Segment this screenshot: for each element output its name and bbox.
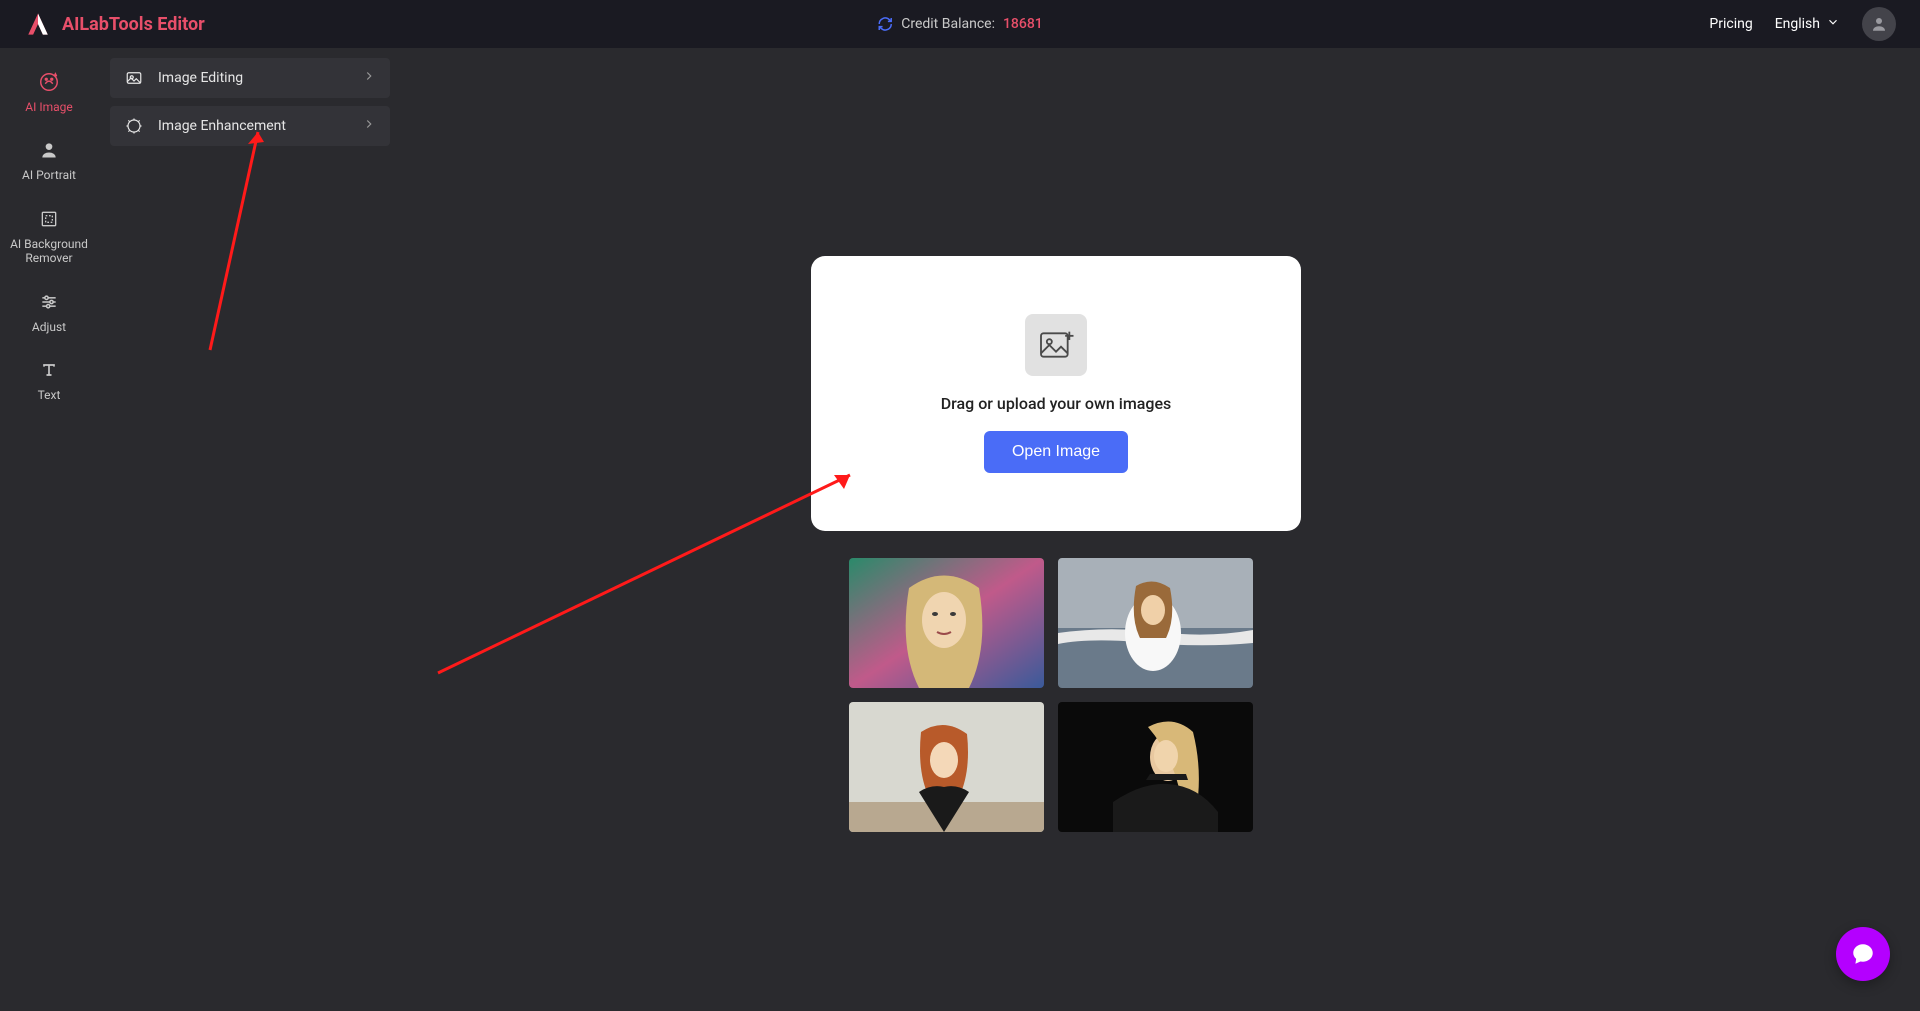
chevron-right-icon: [362, 117, 376, 135]
adjust-icon: [37, 290, 61, 314]
bg-remover-icon: [37, 207, 61, 231]
sidebar-item-adjust[interactable]: Adjust: [0, 280, 98, 348]
chevron-down-icon: [1826, 15, 1840, 33]
language-label: English: [1775, 16, 1820, 32]
upload-prompt: Drag or upload your own images: [941, 394, 1172, 413]
sidebar-label: AI Image: [25, 100, 72, 114]
sidebar-label: AI Portrait: [22, 168, 76, 182]
language-selector[interactable]: English: [1775, 15, 1840, 33]
sample-image-4[interactable]: [1058, 702, 1253, 832]
sidebar-item-ai-image[interactable]: AI Image: [0, 60, 98, 128]
content: AI Image AI Portrait AI Background Remov…: [0, 48, 1920, 1011]
sidebar-label: Text: [38, 388, 61, 402]
credit-balance: Credit Balance: 18681: [877, 16, 1043, 32]
image-editing-icon: [124, 68, 144, 88]
sample-gallery: [849, 558, 1253, 832]
credit-value: 18681: [1003, 16, 1043, 32]
chevron-right-icon: [362, 69, 376, 87]
ai-image-icon: [37, 70, 61, 94]
credit-label: Credit Balance:: [901, 16, 995, 32]
sidebar-item-bg-remover[interactable]: AI Background Remover: [0, 197, 98, 280]
sample-image-3[interactable]: [849, 702, 1044, 832]
sidebar-item-text[interactable]: Text: [0, 348, 98, 416]
brand-logo[interactable]: AILabTools Editor: [24, 10, 205, 38]
ai-portrait-icon: [37, 138, 61, 162]
sidebar-label: AI Background Remover: [4, 237, 94, 266]
main-canvas: Drag or upload your own images Open Imag…: [98, 48, 1920, 1011]
sample-image-2[interactable]: [1058, 558, 1253, 688]
sample-image-1[interactable]: [849, 558, 1044, 688]
app-header: AILabTools Editor Credit Balance: 18681 …: [0, 0, 1920, 48]
upload-card[interactable]: Drag or upload your own images Open Imag…: [811, 256, 1301, 531]
text-icon: [37, 358, 61, 382]
sidebar-item-ai-portrait[interactable]: AI Portrait: [0, 128, 98, 196]
ai-image-submenu: Image Editing Image Enhancement: [110, 58, 390, 146]
header-right: Pricing English: [1709, 7, 1896, 41]
refresh-icon[interactable]: [877, 16, 893, 32]
logo-icon: [24, 10, 52, 38]
sidebar-label: Adjust: [32, 320, 66, 334]
submenu-image-editing[interactable]: Image Editing: [110, 58, 390, 98]
image-enhancement-icon: [124, 116, 144, 136]
open-image-button[interactable]: Open Image: [984, 431, 1128, 473]
pricing-link[interactable]: Pricing: [1709, 16, 1752, 32]
user-avatar[interactable]: [1862, 7, 1896, 41]
upload-image-icon: [1025, 314, 1087, 376]
sidebar: AI Image AI Portrait AI Background Remov…: [0, 48, 98, 1011]
submenu-image-enhancement[interactable]: Image Enhancement: [110, 106, 390, 146]
brand-name: AILabTools Editor: [62, 14, 205, 35]
chat-widget-button[interactable]: [1836, 927, 1890, 981]
submenu-label: Image Editing: [158, 70, 243, 86]
submenu-label: Image Enhancement: [158, 118, 286, 134]
